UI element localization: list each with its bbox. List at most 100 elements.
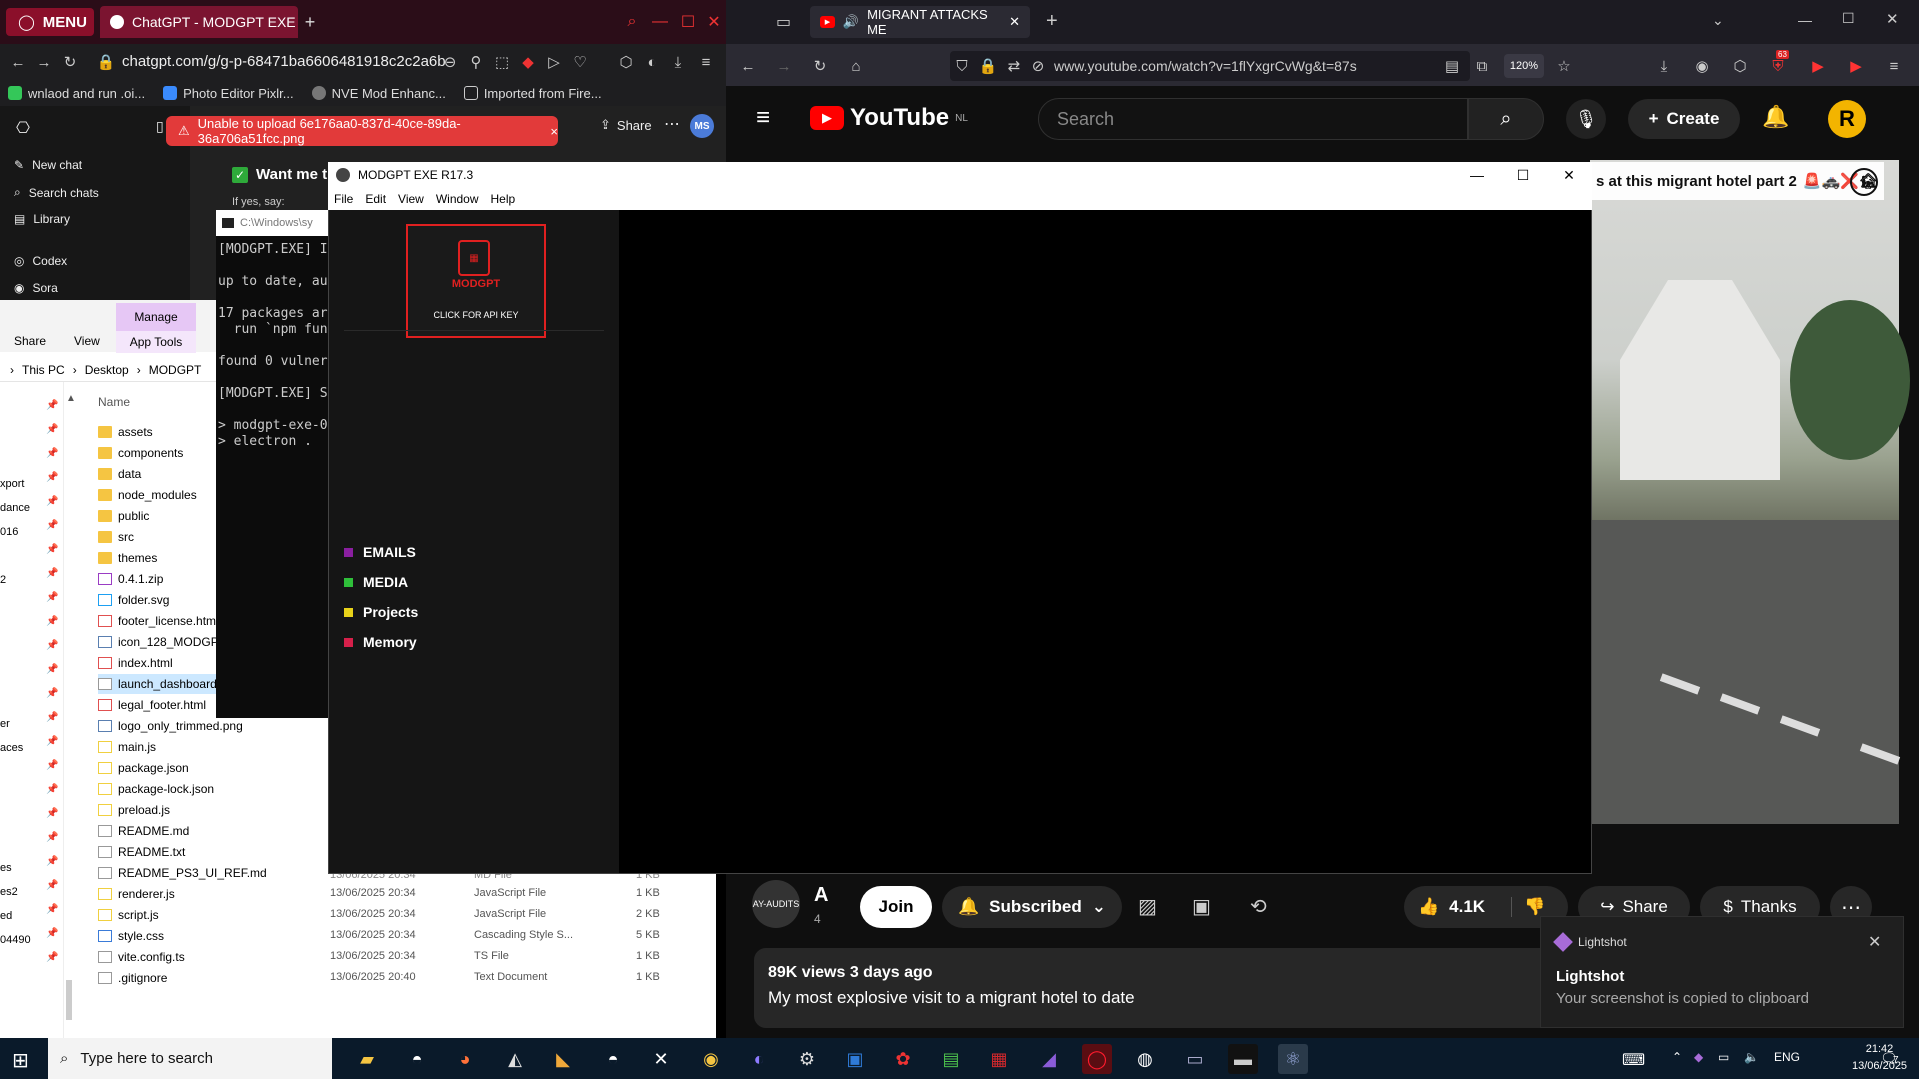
navigation-item[interactable]: dance [0, 502, 30, 514]
tab-list-icon[interactable]: ▭ [776, 12, 791, 32]
ribbon-tab-view[interactable]: View [74, 334, 100, 348]
navigation-item[interactable]: xport [0, 478, 24, 490]
list-item[interactable]: vite.config.ts [98, 947, 185, 967]
list-item[interactable]: components [98, 443, 183, 463]
ribbon-app-tools[interactable]: App Tools [116, 331, 196, 353]
maximize-icon[interactable]: ☐ [676, 10, 700, 34]
miniplayer-icon[interactable]: ▣ [1192, 894, 1211, 919]
extensions-icon[interactable]: ⬡ [616, 52, 636, 72]
reload-icon[interactable]: ↻ [808, 54, 832, 78]
network-icon[interactable]: ▭ [1718, 1050, 1729, 1064]
thumbs-down-icon[interactable]: 👎 [1511, 897, 1545, 917]
close-icon[interactable]: ✕ [1868, 932, 1881, 952]
download-icon[interactable]: ⤓ [668, 52, 688, 72]
list-item[interactable]: node_modules [98, 485, 197, 505]
bookmark-star-icon[interactable]: ☆ [1552, 54, 1576, 78]
loop-icon[interactable]: ⟲ [1250, 894, 1267, 919]
sidebar-toggle-icon[interactable]: ▯ [156, 118, 164, 135]
menu-help[interactable]: Help [491, 192, 516, 206]
opera-url[interactable]: chatgpt.com/g/g-p-68471ba6606481918c2c2a… [122, 53, 446, 70]
list-item[interactable]: public [98, 506, 149, 526]
forward-icon[interactable]: → [772, 54, 796, 78]
opera-tab-chatgpt[interactable]: ChatGPT - MODGPT EXE [100, 6, 298, 38]
firefox-tab-youtube[interactable]: ▶ 🔊 MIGRANT ATTACKS ME ✕ [810, 6, 1030, 38]
shield-icon[interactable]: ⛉ [950, 54, 974, 78]
ribbon-tab-share[interactable]: Share [14, 334, 46, 348]
bookmark-item[interactable]: NVE Mod Enhanc... [311, 86, 446, 101]
subscribed-button[interactable]: 🔔 Subscribed ⌄ [942, 886, 1122, 928]
search-input[interactable]: Search [1038, 98, 1468, 140]
menu-view[interactable]: View [398, 192, 424, 206]
snapshot-icon[interactable]: ⬚ [492, 52, 512, 72]
hamburger-icon[interactable]: ≡ [756, 104, 770, 132]
list-item[interactable]: README.txt [98, 842, 185, 862]
new-tab-icon[interactable]: + [300, 12, 320, 32]
app-icon[interactable]: ✕ [646, 1044, 676, 1074]
list-item[interactable]: 0.4.1.zip [98, 569, 163, 589]
back-icon[interactable]: ← [736, 54, 760, 78]
sidebar-item-new-chat[interactable]: ✎ New chat [14, 158, 82, 172]
more-options-icon[interactable]: ⋯ [664, 114, 680, 134]
column-header-name[interactable]: Name [98, 395, 130, 409]
visual-studio-icon[interactable]: ◢ [1034, 1044, 1064, 1074]
zoom-level[interactable]: 120% [1504, 54, 1544, 78]
app-icon[interactable]: ▭ [1180, 1044, 1210, 1074]
channel-name[interactable]: A [814, 884, 828, 907]
modgpt-nav-projects[interactable]: Projects [344, 604, 418, 620]
list-item[interactable]: data [98, 464, 141, 484]
join-button[interactable]: Join [860, 886, 932, 928]
pocket-icon[interactable]: ◆ [518, 52, 538, 72]
list-item[interactable]: .gitignore [98, 968, 167, 988]
forward-icon[interactable]: → [34, 52, 54, 72]
bookmark-item[interactable]: Photo Editor Pixlr... [163, 86, 294, 101]
firefox-icon[interactable]: ◕ [450, 1044, 480, 1074]
list-item[interactable]: footer_license.htm [98, 611, 216, 631]
maximize-icon[interactable]: ☐ [1842, 10, 1855, 27]
inkscape-icon[interactable]: ◭ [500, 1044, 530, 1074]
breadcrumb-item[interactable]: Desktop [85, 363, 129, 377]
minimize-icon[interactable]: — [1798, 12, 1812, 28]
sidebar-item-sora[interactable]: ◉ Sora [14, 281, 58, 295]
notepad-icon[interactable]: ▤ [936, 1044, 966, 1074]
navigation-item[interactable]: es [0, 862, 12, 874]
youtube-ext-icon[interactable]: ▶ [1806, 54, 1830, 78]
bookmark-item[interactable]: wnlaod and run .oi... [8, 86, 145, 101]
bookmark-folder[interactable]: Imported from Fire... [463, 86, 602, 101]
heart-icon[interactable]: ♡ [570, 52, 590, 72]
sidebar-item-codex[interactable]: ◎ Codex [14, 254, 67, 268]
list-item[interactable]: style.css [98, 926, 164, 946]
youtube-logo[interactable]: ▶ YouTube NL [810, 104, 968, 132]
image-icon[interactable]: ▨ [1138, 894, 1157, 919]
zoom-out-icon[interactable]: ⊖ [440, 52, 460, 72]
video-title-overlay[interactable]: s at this migrant hotel part 2 🚨🚓❌🏚 [1590, 162, 1884, 200]
taskbar-search[interactable]: ⌕ Type here to search [48, 1038, 332, 1079]
list-item[interactable]: README_PS3_UI_REF.md [98, 863, 267, 883]
breadcrumb-item[interactable]: This PC [22, 363, 65, 377]
new-tab-icon[interactable]: + [1046, 10, 1058, 33]
voice-search-button[interactable]: 🎙 [1566, 99, 1606, 139]
create-button[interactable]: + Create [1628, 99, 1740, 139]
permissions-icon[interactable]: ⇄ [1002, 54, 1026, 78]
language-indicator[interactable]: ENG [1774, 1050, 1800, 1064]
navigation-item[interactable]: ed [0, 910, 12, 922]
picture-in-picture-icon[interactable]: ⧉ [1470, 54, 1494, 78]
github-icon[interactable]: ◍ [1130, 1044, 1160, 1074]
close-icon[interactable]: ✕ [1886, 10, 1899, 28]
opera-menu-button[interactable]: ◯ MENU [6, 8, 94, 36]
reader-view-icon[interactable]: ▤ [1440, 54, 1464, 78]
sidebar-item-search[interactable]: ⌕ Search chats [14, 185, 99, 200]
list-item[interactable]: launch_dashboard [98, 674, 228, 694]
avatar[interactable]: MS [690, 114, 714, 138]
no-autoplay-icon[interactable]: ⊘ [1026, 54, 1050, 78]
account-icon[interactable]: ◐ [642, 52, 662, 72]
navigation-item[interactable]: aces [0, 742, 23, 754]
search-button[interactable]: ⌕ [1468, 98, 1544, 140]
app-icon[interactable]: ✿ [888, 1044, 918, 1074]
back-icon[interactable]: ← [8, 52, 28, 72]
list-item[interactable]: folder.svg [98, 590, 169, 610]
collapse-icon[interactable]: ▲ [66, 393, 76, 404]
scrollbar[interactable] [66, 980, 72, 1020]
list-item[interactable]: README.md [98, 821, 189, 841]
app-icon[interactable]: ▣ [840, 1044, 870, 1074]
navigation-item[interactable]: 016 [0, 526, 18, 538]
